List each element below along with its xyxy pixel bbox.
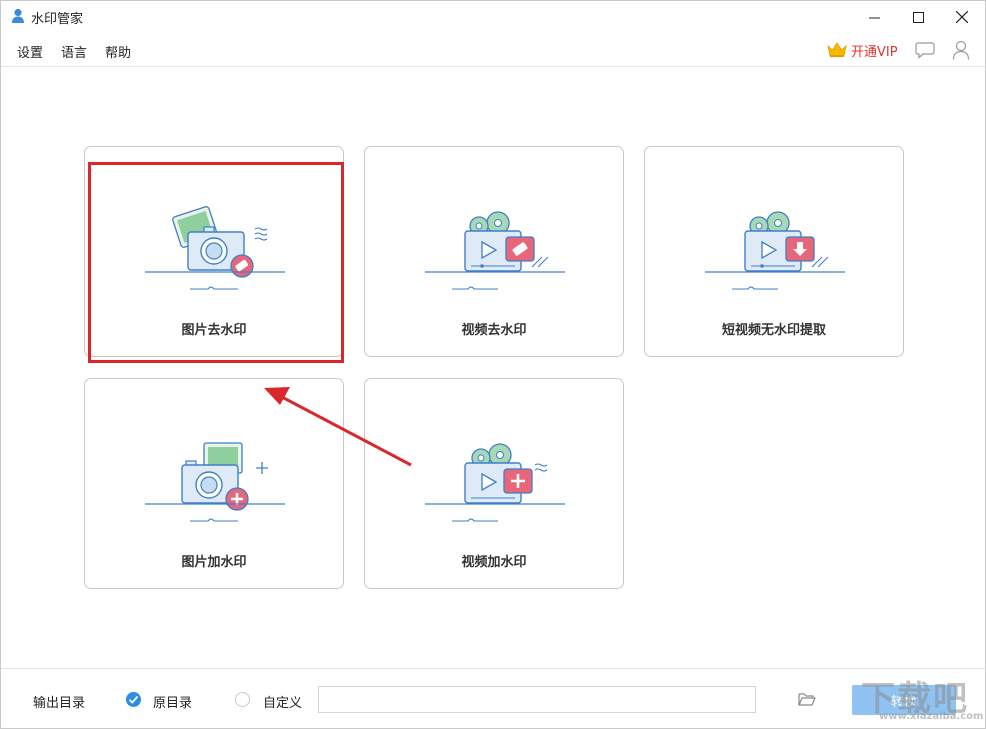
card-photo-add-watermark[interactable]: 图片加水印	[84, 378, 344, 589]
minimize-icon	[868, 17, 880, 18]
check-icon	[128, 695, 139, 704]
vip-label: 开通VIP	[851, 44, 898, 60]
output-directory-label: 输出目录	[33, 696, 86, 711]
card-video-remove-watermark[interactable]: 视频去水印	[364, 146, 624, 357]
maximize-button[interactable]	[895, 1, 941, 33]
card-short-video-extract[interactable]: 短视频无水印提取	[644, 146, 904, 357]
window-title: 水印管家	[31, 12, 84, 27]
radio-custom-directory[interactable]	[235, 692, 250, 707]
menu-settings[interactable]: 设置	[17, 42, 43, 61]
app-window: 水印管家 设置 语言 帮助 开通VIP 图片去水印 视频去水印 短视频无水印提取…	[0, 0, 986, 729]
photo-add-watermark-icon	[145, 442, 285, 522]
menu-language[interactable]: 语言	[61, 42, 87, 61]
menu-help[interactable]: 帮助	[105, 42, 131, 61]
radio-custom-directory-label[interactable]: 自定义	[263, 692, 302, 711]
card-video-add-watermark[interactable]: 视频加水印	[364, 378, 624, 589]
photo-remove-watermark-icon	[145, 206, 285, 290]
output-path-input[interactable]	[318, 686, 756, 713]
card-label: 图片去水印	[181, 323, 247, 338]
card-label: 短视频无水印提取	[721, 323, 826, 338]
card-photo-remove-watermark[interactable]: 图片去水印	[84, 146, 344, 357]
start-convert-button[interactable]: 转换	[852, 685, 956, 715]
card-label: 图片加水印	[181, 555, 247, 570]
card-label: 视频加水印	[461, 555, 527, 570]
video-remove-watermark-icon	[425, 211, 565, 290]
folder-open-icon[interactable]	[798, 691, 816, 707]
vip-button[interactable]: 开通VIP	[827, 40, 898, 60]
radio-original-directory[interactable]	[126, 692, 141, 707]
chat-icon[interactable]	[915, 41, 935, 59]
card-label: 视频去水印	[461, 323, 527, 338]
short-video-extract-icon	[705, 211, 845, 290]
minimize-button[interactable]	[851, 1, 897, 33]
video-add-watermark-icon	[425, 443, 565, 522]
maximize-icon	[912, 11, 924, 23]
app-logo-icon	[12, 8, 24, 23]
menu-bar: 设置 语言 帮助 开通VIP	[1, 33, 985, 67]
crown-icon	[827, 42, 847, 57]
close-icon	[956, 11, 968, 23]
title-bar: 水印管家	[1, 1, 985, 33]
output-bar: 输出目录 原目录 自定义 转换	[1, 668, 985, 729]
radio-original-directory-label[interactable]: 原目录	[153, 692, 192, 711]
user-icon[interactable]	[952, 40, 970, 60]
close-button[interactable]	[939, 1, 985, 33]
